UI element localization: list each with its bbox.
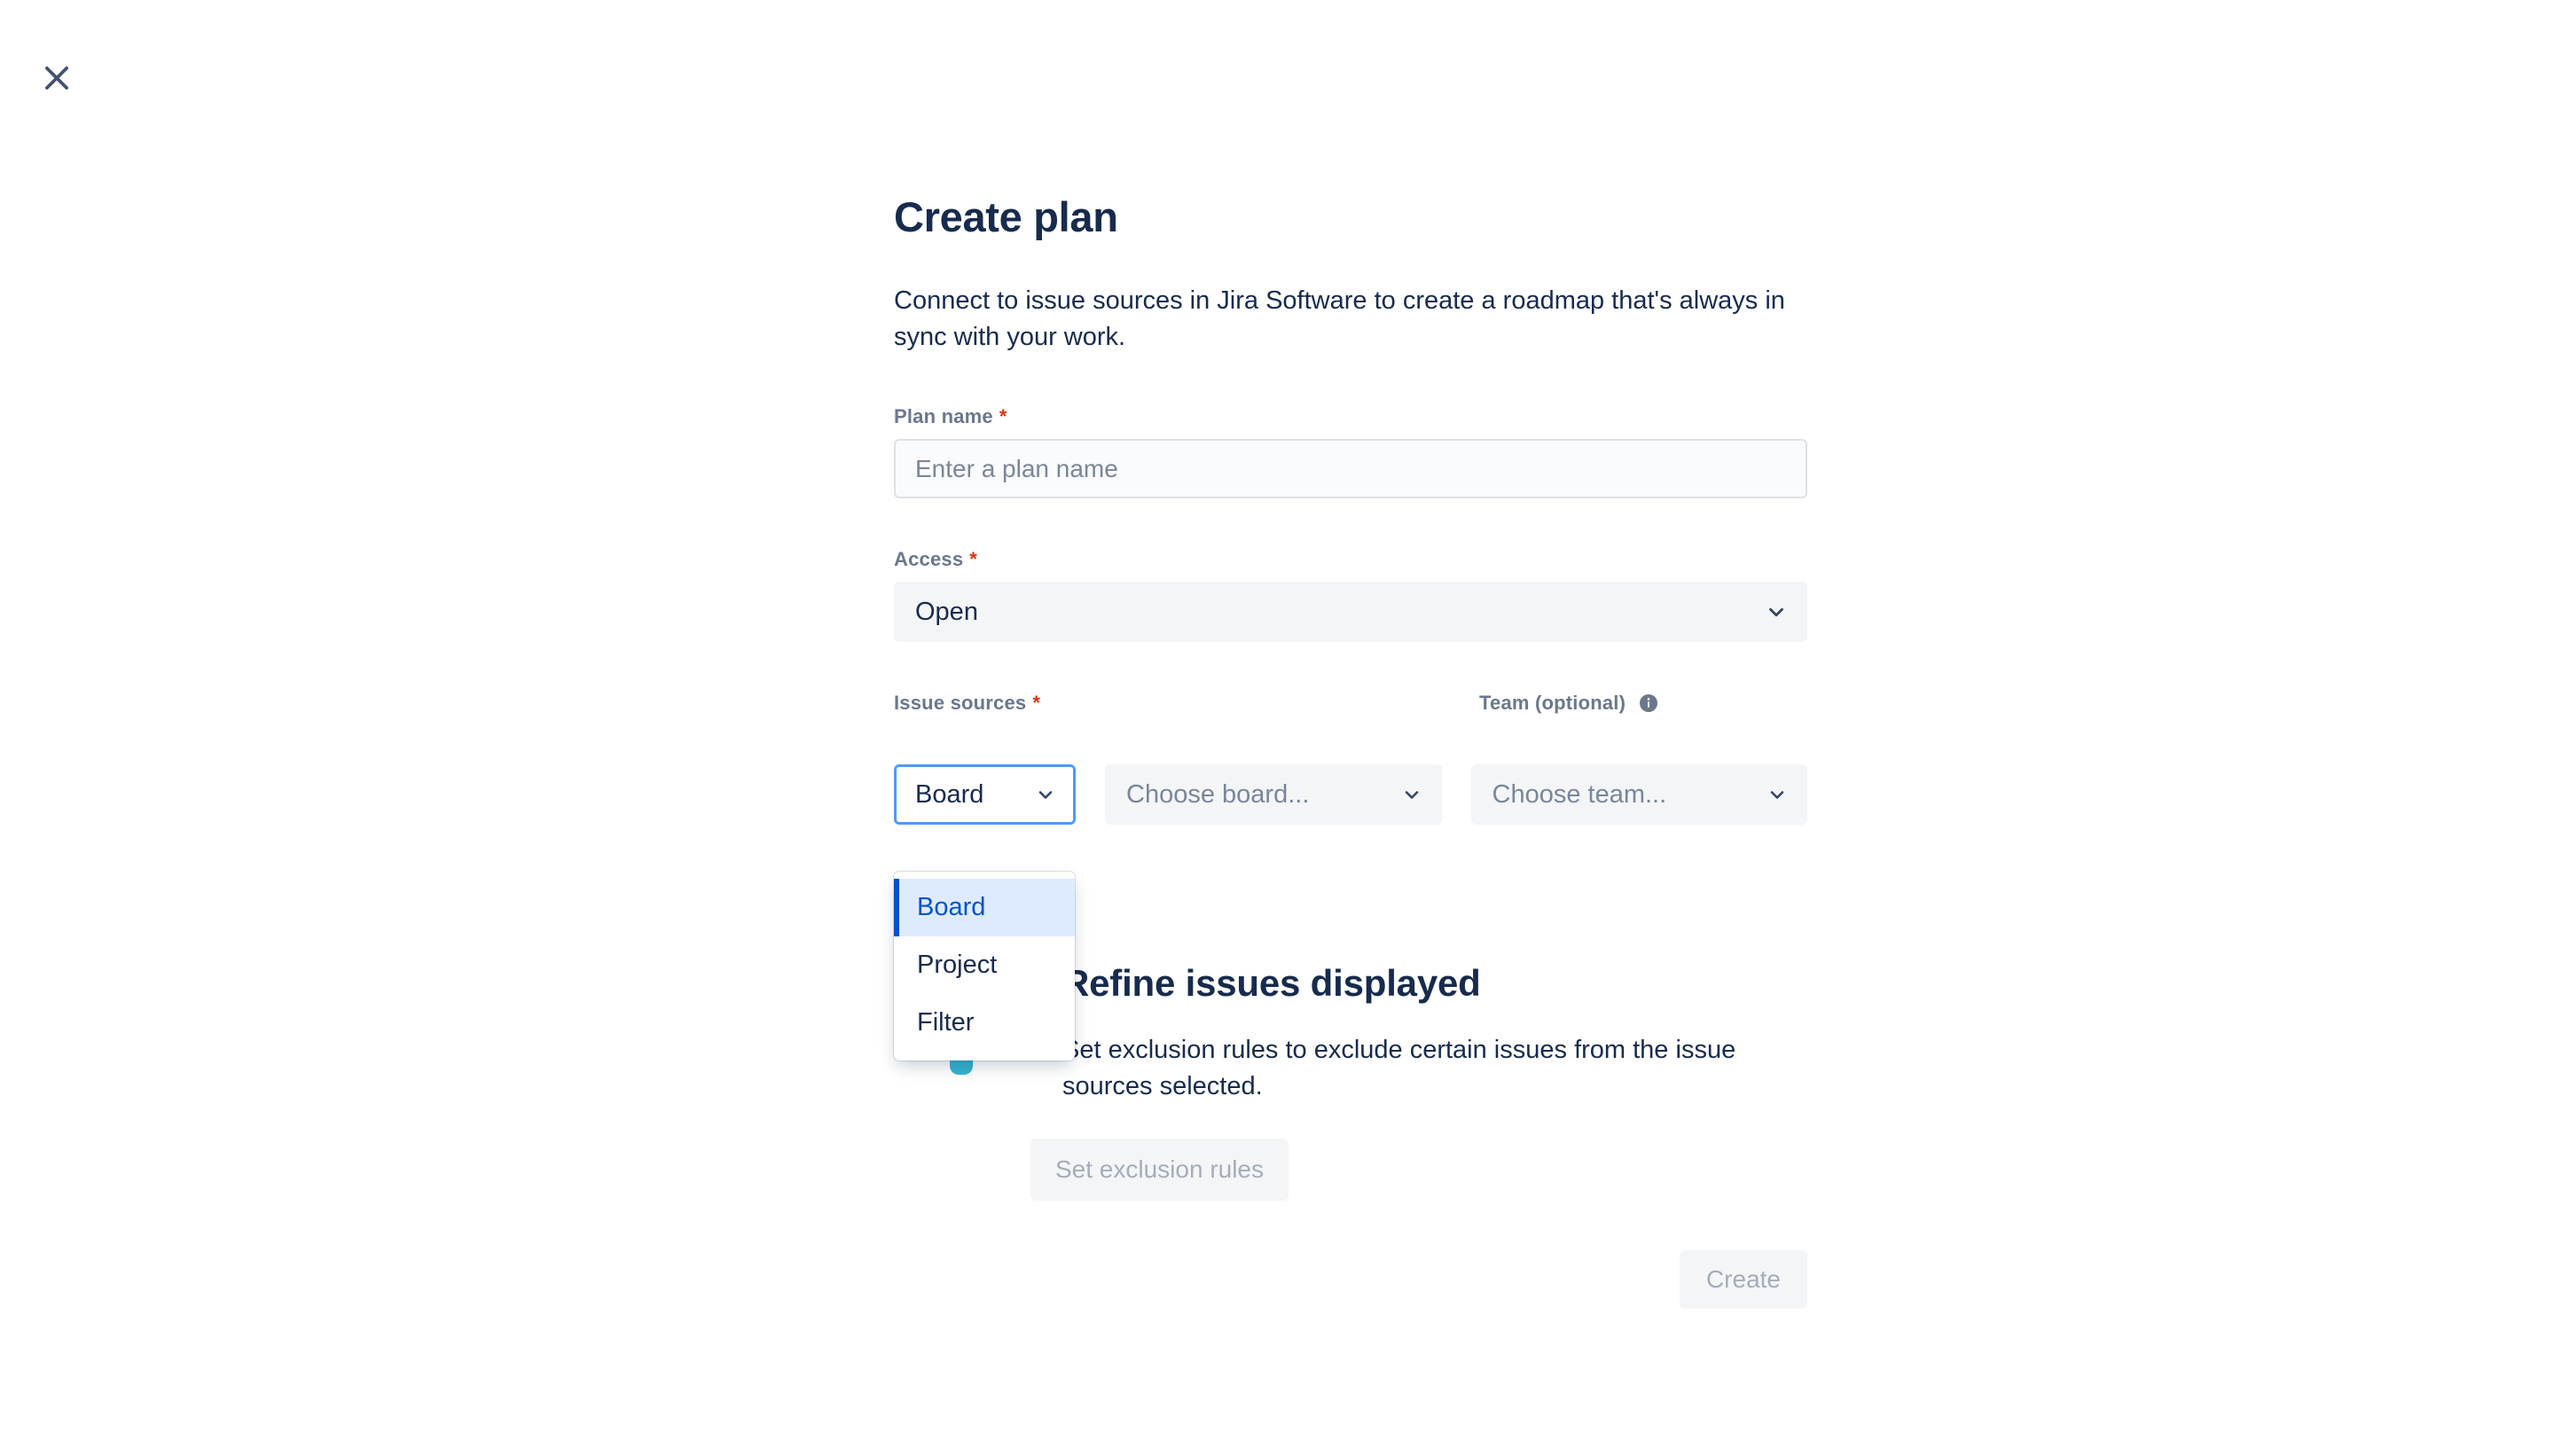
dropdown-option-board[interactable]: Board [894,879,1075,936]
page-title: Create plan [894,193,1118,240]
board-select-col: Choose board... [1105,764,1442,826]
issue-sources-controls: Board Choose board... Choose team... [894,764,1807,826]
team-select-placeholder: Choose team... [1492,779,1667,809]
chevron-down-icon [1765,600,1788,623]
plan-name-input[interactable] [894,439,1807,499]
issue-source-type-value: Board [915,779,984,809]
required-marker: * [999,405,1007,428]
create-plan-modal: Create plan Connect to issue sources in … [0,0,2554,1456]
modal-footer: Create [894,1250,1807,1309]
issue-source-type-dropdown-menu: Board Project Filter [894,872,1075,1061]
required-marker: * [969,548,978,571]
plan-name-label: Plan name * [894,405,1007,428]
access-label-text: Access [894,548,964,571]
issue-sources-label-text: Issue sources [894,692,1027,715]
team-select[interactable]: Choose team... [1470,764,1807,826]
info-icon[interactable] [1638,693,1659,714]
close-button[interactable] [32,53,82,103]
set-exclusion-rules-button[interactable]: Set exclusion rules [1030,1139,1289,1201]
dropdown-option-project[interactable]: Project [894,936,1075,994]
required-marker: * [1032,692,1041,715]
access-select[interactable]: Open [894,582,1807,643]
dropdown-option-filter[interactable]: Filter [894,994,1075,1052]
board-select-placeholder: Choose board... [1126,779,1310,809]
create-button[interactable]: Create [1679,1250,1807,1309]
chevron-down-icon [1401,784,1422,805]
chevron-down-icon [1767,784,1788,805]
issue-sources-labels: Issue sources * Team (optional) [894,692,1807,715]
team-label: Team (optional) [1479,692,1659,715]
modal-content: Create plan Connect to issue sources in … [894,0,1807,826]
field-access: Access * Open [894,548,1807,643]
access-select-value: Open [915,597,978,626]
chevron-down-icon [1035,784,1056,805]
field-issue-sources-row: Issue sources * Team (optional) Board Ch… [894,692,1807,826]
dropdown-option-label: Board [917,893,986,921]
team-select-col: Choose team... [1470,764,1807,826]
team-label-wrap: Team (optional) [1479,692,1659,715]
issue-source-type-col: Board [894,764,1077,826]
page-description: Connect to issue sources in Jira Softwar… [894,286,1785,352]
dropdown-option-label: Filter [917,1008,975,1037]
plan-name-label-text: Plan name [894,405,993,428]
board-select[interactable]: Choose board... [1105,764,1442,826]
access-label: Access * [894,548,977,571]
field-plan-name: Plan name * [894,405,1807,499]
issue-source-type-select[interactable]: Board [894,764,1077,826]
dropdown-option-label: Project [917,951,998,979]
issue-sources-label-wrap: Issue sources * [894,692,1479,715]
team-label-text: Team (optional) [1479,692,1626,715]
issue-sources-label: Issue sources * [894,692,1040,715]
close-icon [40,61,74,95]
